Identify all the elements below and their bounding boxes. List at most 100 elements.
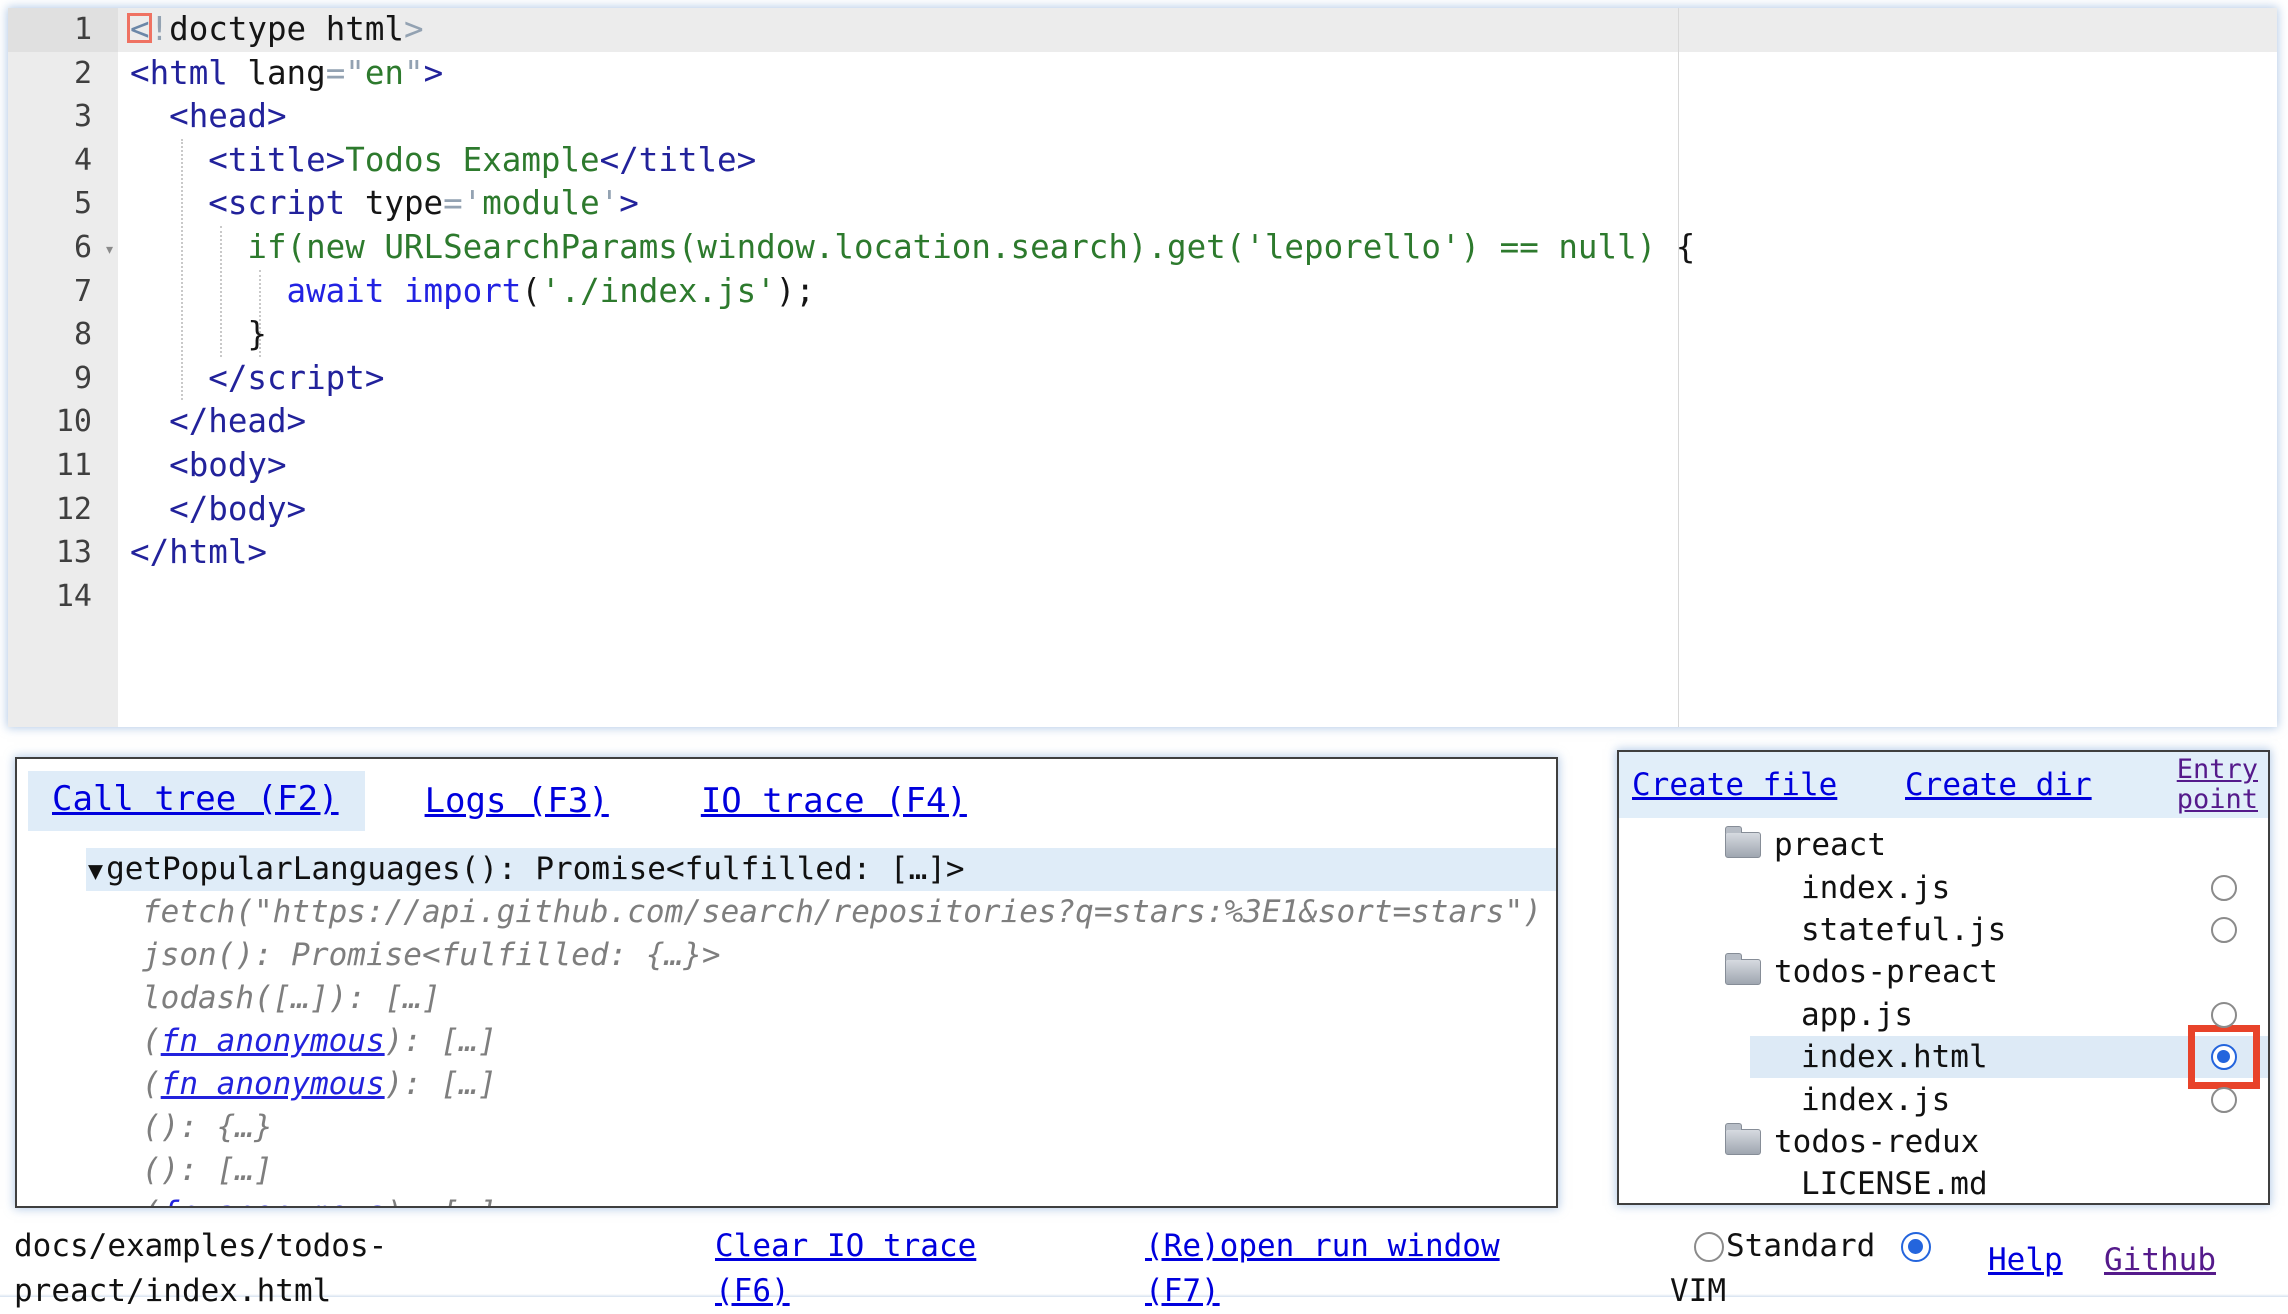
folder-icon — [1725, 1129, 1761, 1155]
code-line[interactable]: </html> — [118, 531, 2277, 575]
dir-name[interactable]: todos-redux — [1774, 1124, 1979, 1160]
file-tree-dir-row[interactable]: todos-redux — [1619, 1121, 2268, 1163]
code-line[interactable]: await import('./index.js'); — [118, 270, 2277, 314]
file-name[interactable]: app.js — [1801, 997, 1913, 1033]
entry-point-highlight-box — [2188, 1025, 2260, 1089]
tab-io-trace[interactable]: IO trace (F4) — [701, 781, 967, 821]
folder-icon — [1725, 959, 1761, 985]
entry-point-radio[interactable] — [2211, 1087, 2237, 1113]
file-name[interactable]: index.js — [1801, 870, 1950, 906]
file-name[interactable]: index.js — [1801, 1082, 1950, 1118]
code-token — [130, 272, 287, 310]
code-line[interactable]: } — [118, 313, 2277, 357]
folder-icon — [1725, 832, 1761, 858]
code-token: } — [130, 315, 267, 353]
code-line[interactable]: </body> — [118, 488, 2277, 532]
code-token — [130, 402, 169, 440]
code-token: > — [404, 10, 424, 48]
file-name[interactable]: LICENSE.md — [1801, 1166, 1988, 1202]
call-tree-io-row[interactable]: json(): Promise<fulfilled: {…}> — [17, 934, 1556, 977]
code-line[interactable]: <html lang="en"> — [118, 52, 2277, 96]
code-line[interactable]: <!doctype html> — [118, 8, 2277, 52]
editor-code-area[interactable]: <!doctype html><html lang="en"> <head> <… — [118, 8, 2277, 727]
fn-anonymous-link[interactable]: fn anonymous — [161, 1066, 385, 1102]
entry-point-radio[interactable] — [2211, 875, 2237, 901]
current-file-path-line1: docs/examples/todos- — [14, 1228, 387, 1264]
code-lines[interactable]: <!doctype html><html lang="en"> <head> <… — [118, 8, 2277, 618]
fold-marker-icon[interactable]: ▾ — [104, 228, 115, 272]
line-number: 4 — [8, 139, 118, 183]
create-file-button[interactable]: Create file — [1632, 767, 1837, 803]
reopen-run-window-button[interactable]: (Re)open run window(F7) — [1145, 1224, 1500, 1314]
call-tree-selected-node[interactable]: ▼getPopularLanguages(): Promise<fulfille… — [17, 848, 1556, 891]
code-token: if(new URLSearchParams(window.location.s… — [130, 228, 1676, 266]
clear-io-trace-button[interactable]: Clear IO trace(F6) — [715, 1224, 976, 1314]
tab-logs[interactable]: Logs (F3) — [425, 781, 609, 821]
file-tree-dir-row[interactable]: preact — [1619, 824, 2268, 866]
collapse-arrow-icon[interactable]: ▼ — [88, 856, 103, 885]
code-token: module — [482, 184, 599, 222]
entry-point-radio-cell — [2196, 917, 2252, 943]
create-dir-button[interactable]: Create dir — [1905, 767, 2092, 803]
code-line[interactable]: </head> — [118, 400, 2277, 444]
fn-anonymous-link[interactable]: fn anonymous — [161, 1195, 385, 1208]
code-token: </body> — [169, 490, 306, 528]
file-tree-file-row[interactable]: stateful.js — [1619, 909, 2268, 951]
code-token: doctype html — [169, 10, 404, 48]
entry-point-radio[interactable] — [2211, 917, 2237, 943]
code-token — [130, 97, 169, 135]
code-line[interactable]: <body> — [118, 444, 2277, 488]
editor-gutter: 123456▾7891011121314 — [8, 8, 118, 727]
code-line[interactable]: <title>Todos Example</title> — [118, 139, 2277, 183]
clear-io-trace-line1: Clear IO trace — [715, 1228, 976, 1264]
file-name[interactable]: stateful.js — [1801, 912, 2006, 948]
code-line[interactable] — [118, 575, 2277, 619]
files-header: Create file Create dir Entrypoint — [1619, 752, 2268, 818]
status-bar: docs/examples/todos-preact/index.html Cl… — [0, 1222, 2288, 1302]
code-token: </head> — [169, 402, 306, 440]
tab-call-tree-link[interactable]: Call tree (F2) — [52, 779, 339, 819]
call-tree-io-row[interactable]: (): […] — [17, 1149, 1556, 1192]
code-editor[interactable]: 123456▾7891011121314 <!doctype html><htm… — [8, 8, 2277, 727]
call-tree-fn-row[interactable]: (fn anonymous): […] — [17, 1063, 1556, 1106]
entry-point-radio[interactable] — [2211, 1002, 2237, 1028]
code-token: await import — [287, 272, 522, 310]
code-token — [130, 141, 208, 179]
call-tree-fn-row[interactable]: (fn anonymous): […] — [17, 1192, 1556, 1208]
file-tree-file-row[interactable]: index.js — [1619, 1078, 2268, 1120]
code-token: ! — [150, 10, 170, 48]
call-tree-io-row[interactable]: fetch("https://api.github.com/search/rep… — [17, 891, 1556, 934]
line-number: 8 — [8, 313, 118, 357]
fn-anonymous-link[interactable]: fn anonymous — [161, 1023, 385, 1059]
code-token — [130, 359, 208, 397]
code-token: <script — [208, 184, 345, 222]
call-tree-io-row[interactable]: lodash([…]): […] — [17, 977, 1556, 1020]
help-link[interactable]: Help — [1988, 1238, 2063, 1283]
code-token: <title> — [208, 141, 345, 179]
file-tree-dir-row[interactable]: todos-preact — [1619, 951, 2268, 993]
call-tree-fn-row[interactable]: (fn anonymous): […] — [17, 1020, 1556, 1063]
code-token: = — [326, 54, 346, 92]
tab-call-tree[interactable]: Call tree (F2) — [28, 771, 365, 831]
files-panel: Create file Create dir Entrypoint preact… — [1617, 750, 2270, 1205]
github-link[interactable]: Github — [2104, 1238, 2216, 1283]
file-tree-file-row[interactable]: app.js — [1619, 994, 2268, 1036]
entry-point-radio[interactable] — [2211, 1044, 2237, 1070]
call-tree-rows: ▼getPopularLanguages(): Promise<fulfille… — [17, 848, 1556, 1208]
file-tree-file-row[interactable]: index.html — [1619, 1036, 2268, 1078]
file-tree-file-row[interactable]: index.js — [1619, 866, 2268, 908]
line-number: 9 — [8, 357, 118, 401]
dir-name[interactable]: todos-preact — [1774, 954, 1998, 990]
file-tree-file-row[interactable]: LICENSE.md — [1619, 1163, 2268, 1205]
standard-keybinding-radio[interactable] — [1694, 1232, 1724, 1262]
code-line[interactable]: <script type='module'> — [118, 182, 2277, 226]
code-line[interactable]: if(new URLSearchParams(window.location.s… — [118, 226, 2277, 270]
file-name[interactable]: index.html — [1801, 1039, 1988, 1075]
vim-keybinding-radio[interactable] — [1901, 1232, 1931, 1262]
code-line[interactable]: </script> — [118, 357, 2277, 401]
line-number: 13 — [8, 531, 118, 575]
code-token: lang — [228, 54, 326, 92]
code-line[interactable]: <head> — [118, 95, 2277, 139]
call-tree-io-row[interactable]: (): {…} — [17, 1106, 1556, 1149]
dir-name[interactable]: preact — [1774, 827, 1886, 863]
